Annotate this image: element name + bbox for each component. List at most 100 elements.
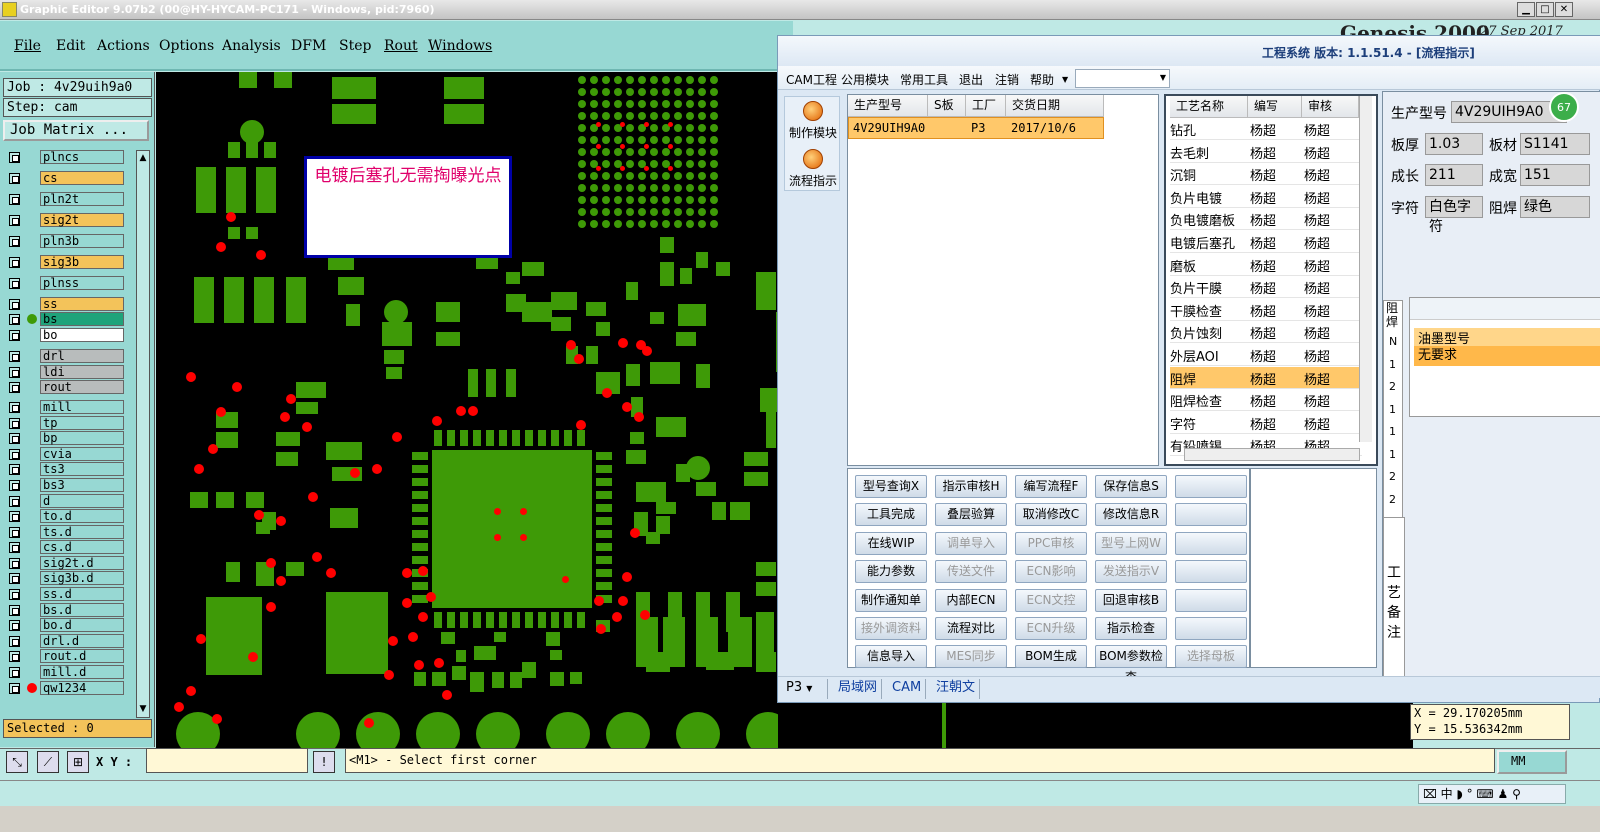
layer-row[interactable]: plncs — [3, 150, 125, 164]
layer-checkbox[interactable] — [9, 667, 20, 678]
xy-input[interactable] — [146, 748, 308, 773]
process-row[interactable]: 钻孔 杨超 杨超 — [1170, 118, 1362, 140]
action-button[interactable]: 编写流程F — [1015, 475, 1087, 498]
process-row[interactable]: 字符 杨超 杨超 — [1170, 412, 1362, 434]
layer-row[interactable]: sig3b.d — [3, 571, 125, 585]
action-button[interactable]: 叠层验算 — [935, 503, 1007, 527]
action-button[interactable]: 发送指示V — [1095, 560, 1167, 584]
layer-name[interactable]: bp — [40, 431, 124, 445]
layer-name[interactable]: sig2t.d — [40, 556, 124, 570]
layer-checkbox[interactable] — [9, 480, 20, 491]
action-button[interactable]: 制作通知单 — [855, 588, 927, 612]
layer-name[interactable]: drl — [40, 349, 124, 363]
action-button[interactable]: 选择母板 — [1175, 645, 1247, 669]
layer-checkbox[interactable] — [9, 278, 20, 289]
menu-dfm[interactable]: DFM — [291, 38, 326, 54]
material-field[interactable]: S1141 — [1520, 133, 1590, 155]
layer-name[interactable]: mill — [40, 400, 124, 414]
layer-checkbox[interactable] — [9, 683, 20, 694]
empty-action-button[interactable] — [1175, 503, 1247, 527]
layer-name[interactable]: drl.d — [40, 634, 124, 648]
mes-menu-logout[interactable]: 注销 — [995, 71, 1019, 88]
empty-action-button[interactable] — [1175, 588, 1247, 612]
layer-name[interactable]: mill.d — [40, 665, 124, 679]
ime-toolbar[interactable]: ⌧ 中 ◗ ° ⌨ ♟ ⚲ — [1418, 784, 1566, 804]
empty-action-button[interactable] — [1175, 617, 1247, 640]
layer-row[interactable]: d — [3, 494, 125, 508]
layer-name[interactable]: qw1234 — [40, 681, 124, 695]
empty-action-button[interactable] — [1175, 560, 1247, 584]
empty-action-button[interactable] — [1175, 531, 1247, 555]
layer-name[interactable]: sig2t — [40, 213, 124, 227]
layer-list-scrollbar[interactable]: ▲ ▼ — [136, 150, 150, 718]
layer-name[interactable]: pln2t — [40, 192, 124, 206]
layer-name[interactable]: cs — [40, 171, 124, 185]
layer-checkbox[interactable] — [9, 257, 20, 268]
menu-rout[interactable]: Rout — [384, 38, 418, 54]
layer-row[interactable]: rout — [3, 380, 125, 394]
process-row[interactable]: 沉铜 杨超 杨超 — [1170, 163, 1362, 186]
job-matrix-button[interactable]: Job Matrix ... — [3, 120, 149, 141]
action-button[interactable]: 取消修改C — [1015, 503, 1087, 527]
layer-name[interactable]: ss — [40, 297, 124, 311]
layer-name[interactable]: rout — [40, 380, 124, 394]
menu-options[interactable]: Options — [159, 38, 214, 54]
menu-file[interactable]: File — [14, 38, 41, 54]
layer-checkbox[interactable] — [9, 152, 20, 163]
layer-name[interactable]: pln3b — [40, 234, 124, 248]
layer-row[interactable]: drl — [3, 349, 125, 363]
grid1-header-date[interactable]: 交货日期 — [1006, 95, 1104, 117]
mes-menu-help[interactable]: 帮助 — [1030, 71, 1054, 88]
mes-menu-tools[interactable]: 常用工具 — [900, 71, 948, 88]
char-field[interactable]: 白色字符 — [1425, 196, 1483, 235]
tab-cam[interactable]: CAM — [888, 679, 927, 699]
layer-row[interactable]: ss — [3, 297, 125, 311]
action-button[interactable]: 指示审核H — [935, 475, 1007, 498]
layer-checkbox[interactable] — [9, 636, 20, 647]
layer-checkbox[interactable] — [9, 651, 20, 662]
action-button[interactable]: 指示检查 — [1095, 617, 1167, 640]
process-row[interactable]: 干膜检查 杨超 杨超 — [1170, 299, 1362, 321]
layer-row[interactable]: mill.d — [3, 665, 125, 679]
action-button[interactable]: 在线WIP — [855, 531, 927, 555]
layer-row[interactable]: rout.d — [3, 649, 125, 663]
layer-checkbox[interactable] — [9, 620, 20, 631]
layer-checkbox[interactable] — [9, 589, 20, 600]
grid-icon[interactable]: ⊞ — [67, 751, 89, 773]
process-grid-scrollbar[interactable] — [1359, 96, 1372, 442]
layer-name[interactable]: tp — [40, 416, 124, 430]
chevron-down-icon[interactable]: ▼ — [1062, 75, 1068, 84]
action-button[interactable]: 型号上网W — [1095, 531, 1167, 555]
layer-checkbox[interactable] — [9, 558, 20, 569]
grid1-header-model[interactable]: 生产型号 — [848, 95, 928, 117]
layer-row[interactable]: to.d — [3, 509, 125, 523]
tab-lan[interactable]: 局域网 — [834, 679, 883, 699]
action-button[interactable]: PPC审核 — [1015, 531, 1087, 555]
layer-checkbox[interactable] — [9, 433, 20, 444]
process-row[interactable]: 负片蚀刻 杨超 杨超 — [1170, 321, 1362, 344]
layer-row[interactable]: ts.d — [3, 525, 125, 539]
layer-row[interactable]: qw1234 — [3, 681, 125, 695]
thick-field[interactable]: 1.03 — [1425, 133, 1483, 155]
soldermask-field[interactable]: 绿色 — [1520, 196, 1590, 218]
action-button[interactable]: 流程对比 — [935, 617, 1007, 640]
action-button[interactable]: 工具完成 — [855, 503, 927, 527]
process-grid-hscrollbar[interactable] — [1184, 448, 1360, 461]
action-button[interactable]: MES同步 — [935, 645, 1007, 669]
layer-checkbox[interactable] — [9, 418, 20, 429]
process-row[interactable]: 阻焊 杨超 杨超 — [1170, 366, 1362, 389]
layer-row[interactable]: pln2t — [3, 192, 125, 206]
mes-title-bar[interactable]: 工程系统 版本: 1.1.51.4 - [流程指示] — [778, 36, 1600, 66]
mes-menu-cam[interactable]: CAM工程 — [786, 71, 837, 88]
mes-combo[interactable]: ▼ — [1075, 69, 1170, 88]
layer-name[interactable]: cs.d — [40, 540, 124, 554]
layer-name[interactable]: cvia — [40, 447, 124, 461]
empty-action-button[interactable] — [1175, 475, 1247, 498]
action-button[interactable]: 接外调资料 — [855, 617, 927, 640]
action-button[interactable]: 调单导入 — [935, 531, 1007, 555]
mes-menu-common[interactable]: 公用模块 — [841, 71, 889, 88]
menu-analysis[interactable]: Analysis — [222, 38, 281, 54]
layer-row[interactable]: plnss — [3, 276, 125, 290]
layer-checkbox[interactable] — [9, 330, 20, 341]
action-button[interactable]: 修改信息R — [1095, 503, 1167, 527]
